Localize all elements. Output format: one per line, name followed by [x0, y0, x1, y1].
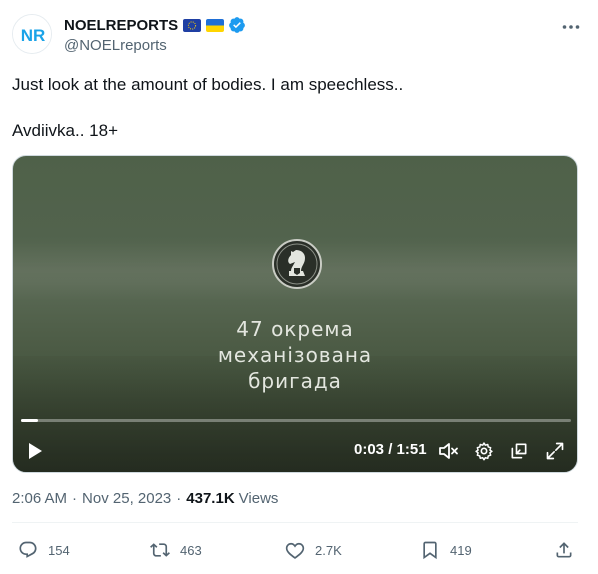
action-bar: 154 463 2.7K 419 [0, 538, 598, 562]
svg-text:NR: NR [21, 26, 46, 45]
video-player[interactable]: 47 окрема механізована бригада 0:03 / 1:… [12, 155, 578, 473]
more-options-button[interactable] [560, 16, 582, 38]
repost-icon [150, 543, 170, 557]
tweet: NR NOELREPORTS @NOELreports Just look at… [0, 0, 598, 574]
bookmark-icon [423, 541, 437, 560]
tweet-text-line2: Avdiivka.. 18+ [12, 121, 119, 140]
video-caption-line2: механізована [217, 343, 373, 367]
fullscreen-button[interactable] [543, 436, 567, 466]
views-label: Views [238, 490, 279, 507]
repost-count: 463 [180, 542, 202, 558]
divider [12, 522, 578, 523]
reply-button[interactable]: 154 [18, 538, 70, 562]
noelreports-logo-icon: NR [13, 15, 51, 53]
video-progress-bar[interactable] [21, 419, 571, 422]
share-button[interactable] [554, 538, 574, 562]
verified-badge-icon[interactable] [228, 16, 246, 34]
settings-button[interactable] [472, 436, 496, 466]
heart-icon [285, 542, 305, 559]
play-button[interactable] [23, 436, 47, 466]
mute-button[interactable] [437, 436, 461, 466]
tweet-date[interactable]: Nov 25, 2023 [82, 490, 171, 507]
tweet-text-line1: Just look at the amount of bodies. I am … [12, 75, 404, 94]
more-dots-icon [562, 25, 580, 29]
avatar[interactable]: NR [12, 14, 52, 54]
ukraine-flag-icon [206, 18, 225, 32]
picture-in-picture-icon [511, 443, 527, 459]
expand-icon [546, 442, 564, 460]
eu-flag-icon [183, 18, 202, 32]
brigade-emblem-icon [272, 239, 322, 289]
share-icon [556, 542, 572, 558]
volume-muted-icon [439, 443, 458, 459]
video-progress-fill [21, 419, 38, 422]
handle[interactable]: @NOELreports [64, 37, 246, 54]
play-icon [29, 443, 42, 459]
display-name[interactable]: NOELREPORTS [64, 17, 178, 34]
gear-icon [475, 442, 493, 461]
video-time-display: 0:03 / 1:51 [354, 441, 427, 458]
reply-icon [19, 541, 37, 558]
meta-separator: · [72, 490, 78, 507]
bookmark-count: 419 [450, 542, 472, 558]
video-controls: 0:03 / 1:51 [13, 436, 577, 466]
meta-separator: · [176, 490, 182, 507]
pip-button[interactable] [507, 436, 531, 466]
bookmark-button[interactable]: 419 [420, 538, 472, 562]
video-caption-line1: 47 окрема [236, 317, 354, 341]
tweet-time[interactable]: 2:06 AM [12, 490, 67, 507]
like-button[interactable]: 2.7K [285, 538, 342, 562]
like-count: 2.7K [315, 542, 342, 558]
tweet-meta: 2:06 AM · Nov 25, 2023 · 437.1K Views [12, 490, 278, 507]
reply-count: 154 [48, 542, 70, 558]
views-count: 437.1K [186, 490, 235, 507]
repost-button[interactable]: 463 [150, 538, 202, 562]
author-block: NOELREPORTS @NOELreports [64, 15, 246, 54]
video-caption-line3: бригада [248, 369, 342, 393]
